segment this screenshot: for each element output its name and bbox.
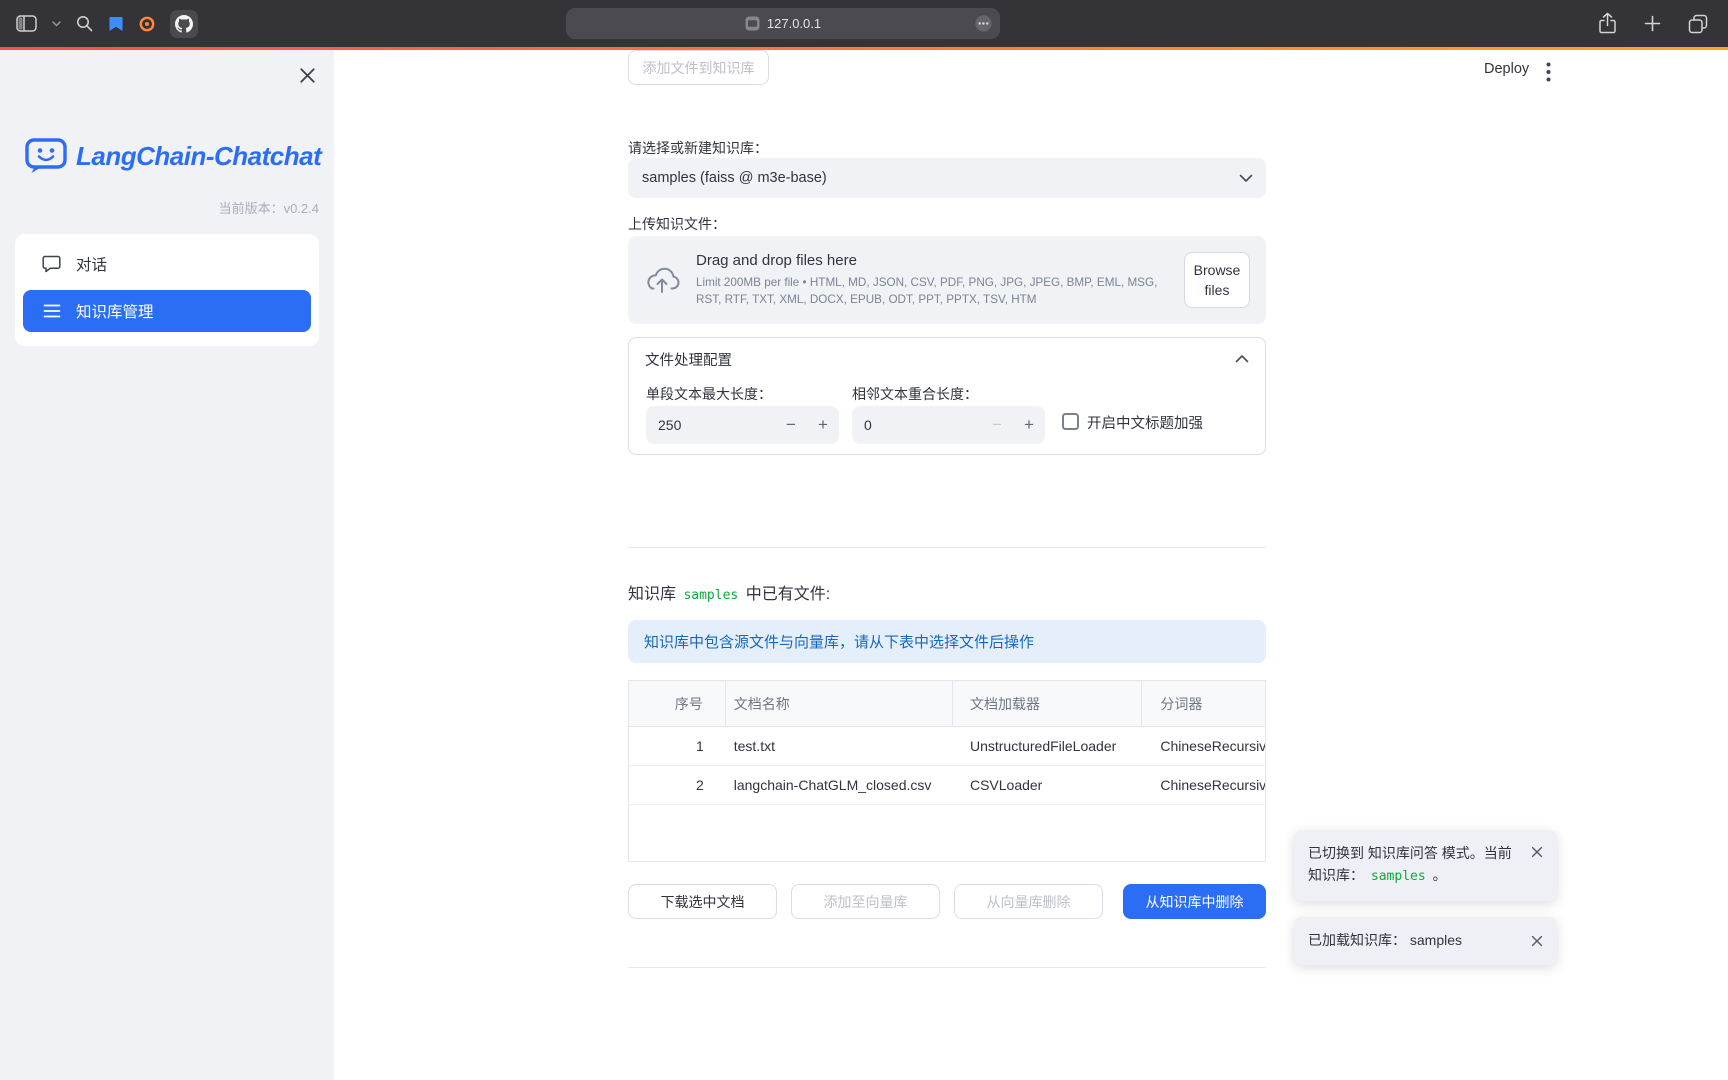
dropzone-title: Drag and drop files here — [696, 252, 1166, 269]
increment-button[interactable]: + — [1013, 406, 1045, 444]
site-favicon — [745, 16, 760, 31]
chatchat-logo-icon — [25, 138, 67, 174]
github-tab-button[interactable] — [170, 10, 198, 38]
table-header-loader[interactable]: 文档加载器 — [953, 681, 1142, 726]
dropzone-limit: Limit 200MB per file • HTML, MD, JSON, C… — [696, 275, 1166, 309]
file-dropzone[interactable]: Drag and drop files here Limit 200MB per… — [628, 236, 1266, 324]
app-version: 当前版本：v0.2.4 — [219, 198, 319, 217]
decrement-button[interactable]: − — [981, 406, 1013, 444]
file-config-expander: 文件处理配置 单段文本最大长度： 250 − + 相邻文本重合长度： 0 − +… — [628, 337, 1266, 455]
overlap-label: 相邻文本重合长度： — [852, 384, 978, 404]
kb-files-table[interactable]: 序号 文档名称 文档加载器 分词器 1 test.txt Unstructure… — [628, 680, 1266, 862]
download-selected-button[interactable]: 下载选中文档 — [628, 884, 777, 919]
table-actions: 下载选中文档 添加至向量库 从向量库删除 从知识库中删除 — [628, 884, 1266, 919]
new-tab-icon[interactable] — [1644, 15, 1661, 32]
overlap-input[interactable]: 0 − + — [852, 406, 1045, 444]
app-logo-text: LangChain-Chatchat — [76, 141, 321, 172]
kb-select-label: 请选择或新建知识库： — [628, 138, 768, 158]
max-length-value[interactable]: 250 — [646, 417, 775, 433]
chat-bubble-icon — [42, 255, 61, 273]
decrement-button[interactable]: − — [775, 406, 807, 444]
kb-files-heading: 知识库 samples 中已有文件: — [628, 580, 830, 604]
add-files-to-kb-button[interactable]: 添加文件到知识库 — [628, 50, 769, 85]
share-icon[interactable] — [1598, 12, 1617, 35]
max-length-input[interactable]: 250 − + — [646, 406, 839, 444]
max-length-label: 单段文本最大长度： — [646, 384, 772, 404]
main-menu-icon[interactable] — [1544, 60, 1553, 84]
browse-files-button[interactable]: Browse files — [1184, 252, 1250, 309]
expander-title: 文件处理配置 — [645, 349, 732, 370]
sidebar-toggle-icon[interactable] — [16, 15, 37, 32]
cell-index[interactable]: 2 — [629, 766, 726, 804]
info-alert: 知识库中包含源文件与向量库，请从下表中选择文件后操作 — [628, 620, 1266, 663]
browser-toolbar: 127.0.0.1 — [0, 0, 1728, 47]
address-bar[interactable]: 127.0.0.1 — [566, 8, 1000, 39]
table-header-index[interactable]: 序号 — [629, 681, 726, 726]
sidebar-item-label: 知识库管理 — [76, 300, 154, 322]
expander-chevron-up-icon — [1235, 355, 1249, 363]
add-to-vector-button[interactable]: 添加至向量库 — [791, 884, 940, 919]
search-icon[interactable] — [76, 15, 93, 32]
divider — [628, 967, 1266, 968]
kb-select[interactable]: samples (faiss @ m3e-base) — [628, 158, 1266, 198]
main-content: 请选择或新建知识库： samples (faiss @ m3e-base) 上传… — [628, 50, 1266, 1080]
kb-selected-option: samples (faiss @ m3e-base) — [642, 170, 827, 186]
info-text: 知识库中包含源文件与向量库，请从下表中选择文件后操作 — [644, 631, 1034, 652]
table-header-row: 序号 文档名称 文档加载器 分词器 — [629, 681, 1265, 727]
sidebar-item-dialogue[interactable]: 对话 — [15, 240, 319, 288]
knowledge-base-icon — [43, 303, 61, 319]
expander-header[interactable]: 文件处理配置 — [629, 338, 1265, 380]
toast-text: 已切换到 知识库问答 模式。当前知识库： samples 。 — [1308, 845, 1512, 883]
toast-kb-loaded: 已加载知识库： samples — [1294, 917, 1557, 965]
select-chevron-down-icon[interactable] — [1239, 174, 1253, 182]
cell-index[interactable]: 1 — [629, 727, 726, 765]
dropzone-text: Drag and drop files here Limit 200MB per… — [696, 252, 1166, 309]
close-icon[interactable] — [1529, 844, 1545, 860]
sidebar-nav: 对话 知识库管理 — [15, 234, 319, 346]
cell-splitter[interactable]: ChineseRecursive — [1142, 766, 1265, 804]
divider — [628, 547, 1266, 548]
page-settings-icon[interactable] — [974, 14, 993, 33]
delete-from-kb-button[interactable]: 从知识库中删除 — [1123, 884, 1266, 919]
tab-overview-icon[interactable] — [1688, 14, 1708, 34]
cell-splitter[interactable]: ChineseRecursive — [1142, 727, 1265, 765]
pinned-tab-blue-icon[interactable] — [108, 16, 124, 32]
sidebar-close-icon[interactable] — [295, 63, 320, 88]
cell-loader[interactable]: UnstructuredFileLoader — [953, 727, 1142, 765]
close-icon[interactable] — [1529, 933, 1545, 949]
upload-label: 上传知识文件： — [628, 214, 726, 234]
cell-loader[interactable]: CSVLoader — [953, 766, 1142, 804]
pinned-tab-orange-icon[interactable] — [139, 16, 155, 32]
table-header-docname[interactable]: 文档名称 — [726, 681, 953, 726]
upload-cloud-icon — [644, 266, 680, 294]
zh-title-enhance-checkbox[interactable] — [1062, 413, 1079, 430]
zh-title-enhance-label: 开启中文标题加强 — [1087, 412, 1203, 433]
chevron-down-icon[interactable] — [52, 21, 61, 27]
sidebar: LangChain-Chatchat 当前版本：v0.2.4 对话 知识库管理 — [0, 50, 334, 1080]
sidebar-item-label: 对话 — [76, 253, 107, 275]
table-header-splitter[interactable]: 分词器 — [1142, 681, 1265, 726]
kb-name-code: samples — [680, 588, 741, 603]
overlap-value[interactable]: 0 — [852, 417, 981, 433]
increment-button[interactable]: + — [807, 406, 839, 444]
table-row[interactable]: 1 test.txt UnstructuredFileLoader Chines… — [629, 727, 1265, 766]
github-icon — [175, 15, 193, 33]
url-text: 127.0.0.1 — [767, 16, 821, 31]
sidebar-item-knowledge-base[interactable]: 知识库管理 — [23, 290, 311, 332]
cell-docname[interactable]: langchain-ChatGLM_closed.csv — [726, 766, 953, 804]
delete-from-vector-button[interactable]: 从向量库删除 — [954, 884, 1103, 919]
toast-text: 已加载知识库： samples — [1308, 930, 1462, 952]
deploy-button[interactable]: Deploy — [1484, 61, 1529, 77]
app-logo: LangChain-Chatchat — [25, 138, 321, 174]
toast-mode-switched: 已切换到 知识库问答 模式。当前知识库： samples 。 — [1294, 830, 1557, 901]
table-row[interactable]: 2 langchain-ChatGLM_closed.csv CSVLoader… — [629, 766, 1265, 805]
cell-docname[interactable]: test.txt — [726, 727, 953, 765]
